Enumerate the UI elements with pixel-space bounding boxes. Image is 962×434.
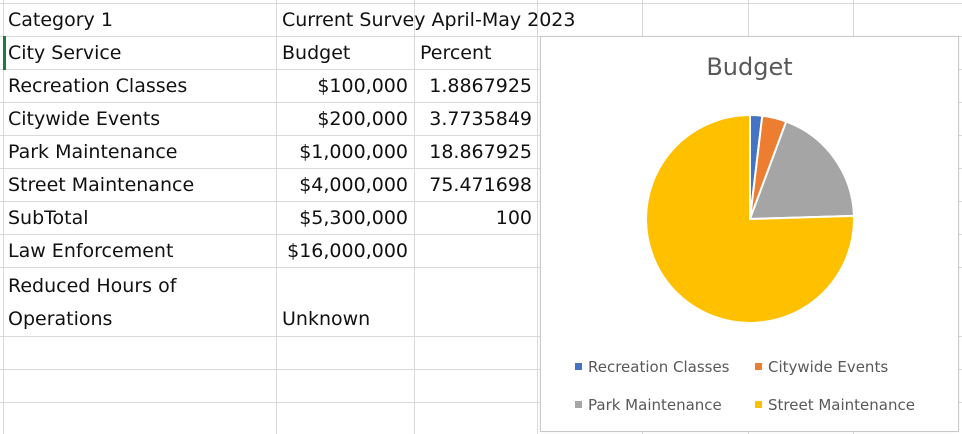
grid-line — [414, 0, 415, 434]
cell-percent[interactable]: 18.867925 — [420, 136, 532, 169]
cell-budget[interactable]: $200,000 — [282, 103, 408, 136]
cell-percent[interactable]: 100 — [420, 202, 532, 235]
cell-reduced-hours-line2[interactable]: Operations — [8, 303, 274, 336]
legend-swatch — [755, 363, 762, 370]
cell-budget[interactable]: $4,000,000 — [282, 169, 408, 202]
cell-budget[interactable]: $16,000,000 — [282, 235, 408, 268]
legend-label: Recreation Classes — [588, 358, 730, 376]
header-city-service[interactable]: City Service — [8, 37, 274, 70]
legend-swatch — [575, 401, 582, 408]
cell-service[interactable]: Law Enforcement — [8, 235, 274, 268]
cell-reduced-hours-line1[interactable]: Reduced Hours of — [8, 270, 274, 303]
pie-chart[interactable]: Budget Recreation Classes Citywide Events… — [540, 36, 959, 432]
cell-budget[interactable]: $5,300,000 — [282, 202, 408, 235]
active-cell-indicator — [3, 36, 6, 70]
grid-line — [276, 0, 277, 434]
cell-budget[interactable]: $100,000 — [282, 70, 408, 103]
legend-swatch — [755, 401, 762, 408]
grid-line — [537, 0, 538, 434]
legend-label: Street Maintenance — [768, 396, 915, 414]
cell-percent[interactable]: 75.471698 — [420, 169, 532, 202]
header-percent[interactable]: Percent — [420, 37, 534, 70]
cell-percent[interactable]: 1.8867925 — [420, 70, 532, 103]
cell-service[interactable]: SubTotal — [8, 202, 274, 235]
chart-legend: Recreation Classes Citywide Events Park Ma… — [541, 355, 958, 414]
cell-service[interactable]: Recreation Classes — [8, 70, 274, 103]
cell-service[interactable]: Street Maintenance — [8, 169, 274, 202]
cell-survey-title[interactable]: Current Survey April-May 2023 — [282, 4, 642, 37]
cell-reduced-budget[interactable]: Unknown — [282, 303, 408, 336]
legend-swatch — [575, 363, 582, 370]
cell-budget[interactable]: $1,000,000 — [282, 136, 408, 169]
pie-plot — [645, 113, 855, 324]
cell-percent[interactable] — [420, 235, 532, 268]
legend-label: Citywide Events — [768, 358, 889, 376]
cell-service[interactable]: Citywide Events — [8, 103, 274, 136]
cell-percent[interactable]: 3.7735849 — [420, 103, 532, 136]
header-budget[interactable]: Budget — [282, 37, 408, 70]
cell-category[interactable]: Category 1 — [8, 4, 274, 37]
cell-service[interactable]: Park Maintenance — [8, 136, 274, 169]
legend-label: Park Maintenance — [588, 396, 722, 414]
